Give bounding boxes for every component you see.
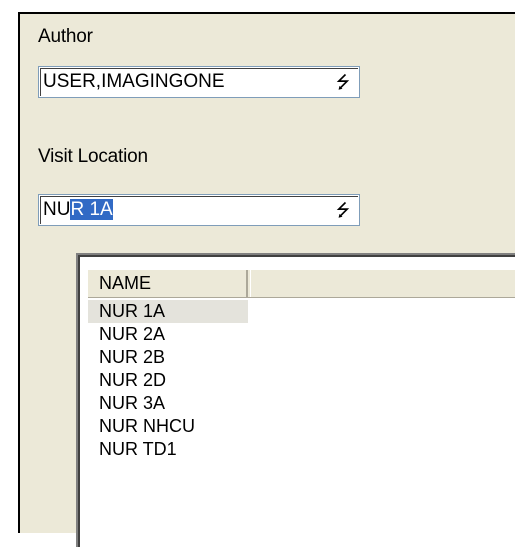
list-item[interactable]: NUR 2B xyxy=(88,346,248,369)
column-header-name[interactable]: NAME xyxy=(88,270,248,297)
author-combobox[interactable]: USER,IMAGINGONE ⭍ xyxy=(38,66,360,98)
form-panel: Author USER,IMAGINGONE ⭍ Visit Location … xyxy=(18,12,515,547)
list-item[interactable]: NUR 1A xyxy=(88,300,248,323)
visit-location-autocomplete-selection: R 1A xyxy=(70,199,113,220)
dropdown-arrow-icon[interactable]: ⭍ xyxy=(333,73,353,93)
visit-location-typed-text: NU xyxy=(43,199,71,220)
dropdown-arrow-icon[interactable]: ⭍ xyxy=(333,201,353,221)
list-header: NAME xyxy=(88,270,515,298)
list-item[interactable]: NUR NHCU xyxy=(88,415,248,438)
column-header-empty[interactable] xyxy=(250,270,515,297)
visit-location-label: Visit Location xyxy=(38,146,148,167)
list-item[interactable]: NUR TD1 xyxy=(88,438,248,461)
visit-location-combobox[interactable]: NUR 1A ⭍ xyxy=(38,194,360,226)
author-label: Author xyxy=(38,26,93,47)
list-item[interactable]: NUR 2A xyxy=(88,323,248,346)
location-listbox[interactable]: NAME NUR 1A NUR 2A NUR 2B NUR 2D NUR 3A … xyxy=(76,253,515,547)
list-item[interactable]: NUR 2D xyxy=(88,369,248,392)
list-rows: NUR 1A NUR 2A NUR 2B NUR 2D NUR 3A NUR N… xyxy=(88,300,515,461)
list-item[interactable]: NUR 3A xyxy=(88,392,248,415)
visit-location-input[interactable]: NUR 1A xyxy=(43,199,113,221)
author-value[interactable]: USER,IMAGINGONE xyxy=(43,71,225,93)
